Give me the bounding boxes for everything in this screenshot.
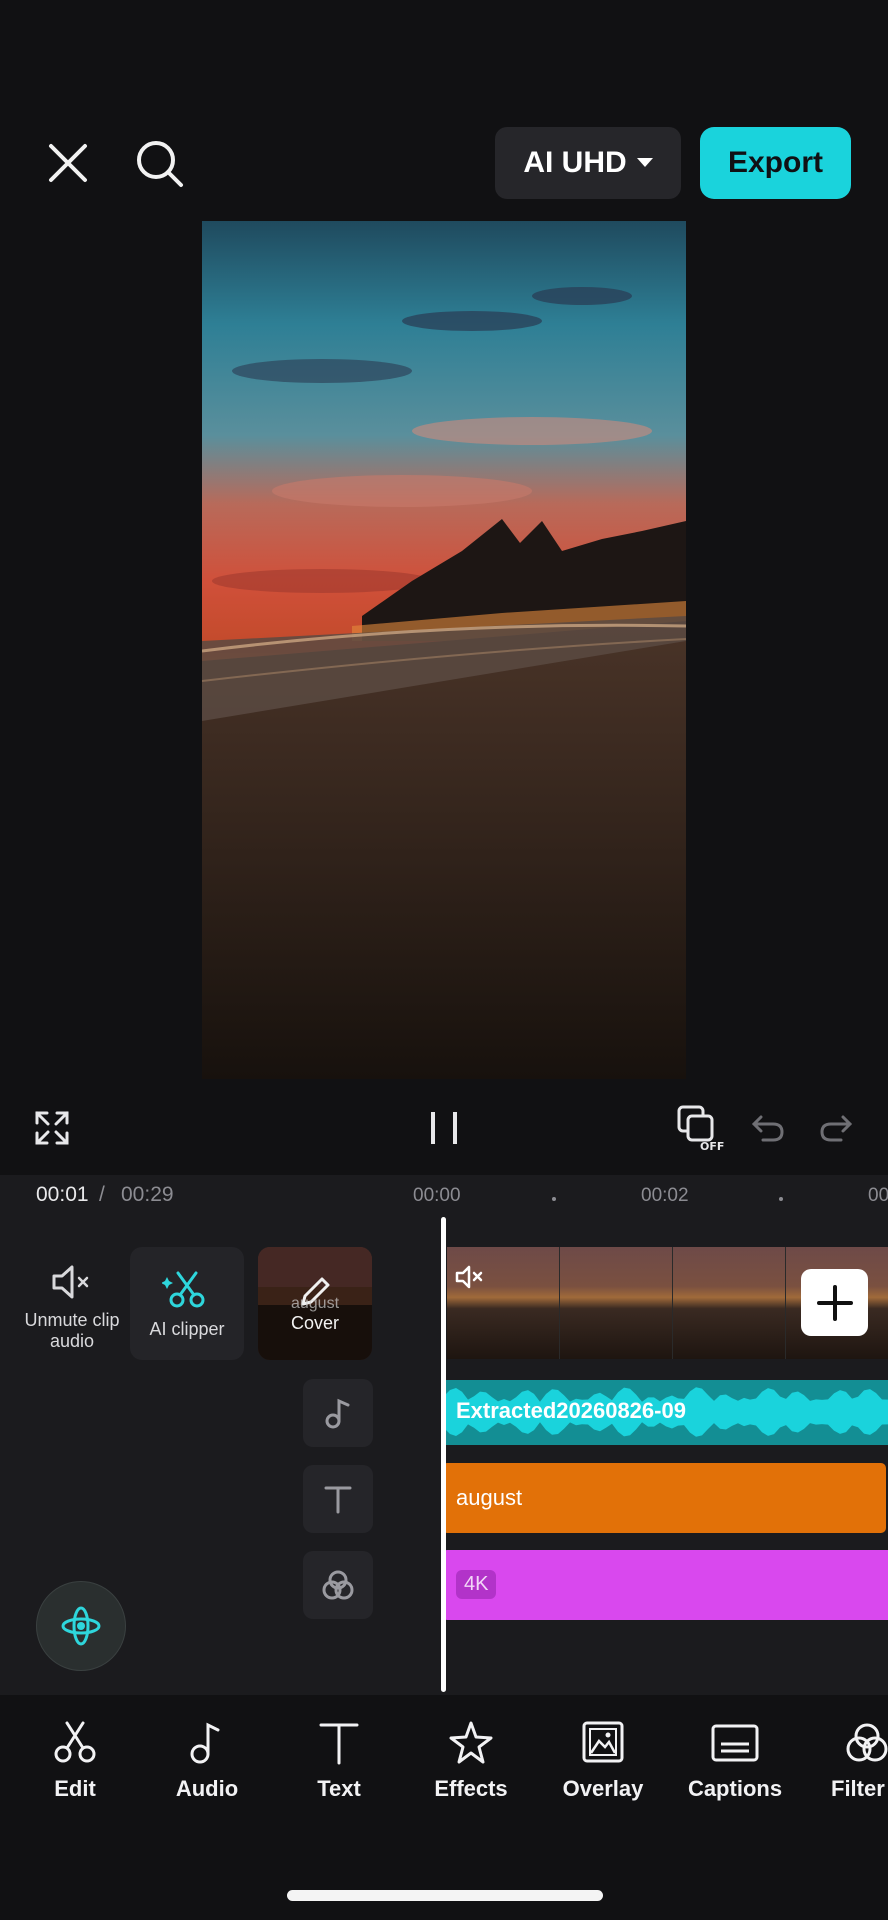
tool-overlay-label: Overlay [562, 1776, 644, 1801]
video-frame [673, 1247, 786, 1359]
keyframe-off-icon[interactable]: OFF [672, 1103, 730, 1153]
export-button[interactable]: Export [700, 127, 851, 199]
ruler-dot [552, 1197, 556, 1201]
redo-icon[interactable] [816, 1108, 856, 1148]
muted-clip-icon [455, 1264, 485, 1295]
beach-sunset-image [202, 221, 686, 1079]
add-clip-button[interactable] [801, 1269, 868, 1336]
playhead[interactable] [441, 1217, 446, 1692]
fullscreen-icon[interactable] [30, 1106, 74, 1150]
audio-clip-name: Extracted20260826-09 [456, 1398, 686, 1423]
text-track[interactable]: august [442, 1463, 886, 1533]
undo-icon[interactable] [748, 1108, 788, 1148]
ruler-tick-0: 00:00 [413, 1185, 461, 1206]
close-icon[interactable] [40, 135, 96, 191]
scissors-icon [54, 1721, 96, 1763]
add-filter-track-button[interactable] [303, 1551, 373, 1619]
home-indicator [287, 1890, 603, 1901]
tool-effects-label: Effects [434, 1776, 508, 1801]
text-clip-name: august [456, 1485, 523, 1510]
overlay-icon [582, 1721, 624, 1763]
ruler-tick-2: 00:02 [641, 1185, 689, 1206]
tool-filter-label: Filter [831, 1776, 885, 1801]
tool-captions-label: Captions [687, 1776, 783, 1801]
cover-label: Cover [290, 1313, 339, 1333]
star-icon [449, 1721, 493, 1764]
video-preview[interactable] [202, 221, 686, 1079]
plus-icon [816, 1284, 853, 1321]
tool-audio[interactable]: Audio [147, 1720, 267, 1802]
orbit-sparkle-icon [61, 1606, 101, 1646]
audio-track[interactable]: Extracted20260826-09 [444, 1380, 888, 1445]
cover-title: august [290, 1295, 340, 1312]
total-time: 00:29 [121, 1183, 174, 1206]
text-icon [319, 1723, 359, 1765]
tool-captions[interactable]: Captions [675, 1720, 795, 1802]
filter-track[interactable]: 4K [442, 1550, 888, 1620]
music-note-icon [190, 1722, 220, 1764]
time-separator: / [99, 1183, 105, 1206]
ai-clipper-label: AI clipper [149, 1319, 225, 1339]
filter-icon [322, 1570, 354, 1600]
text-icon [324, 1486, 352, 1514]
ai-clipper-button[interactable]: AI clipper [130, 1247, 244, 1360]
caret-down-icon [636, 158, 653, 167]
unmute-label: Unmute clip audio [24, 1310, 120, 1351]
tool-text-label: Text [317, 1776, 361, 1801]
add-text-track-button[interactable] [303, 1465, 373, 1533]
captions-icon [711, 1724, 759, 1762]
tool-filter[interactable]: Filter [807, 1720, 888, 1802]
tool-audio-label: Audio [175, 1776, 239, 1801]
quality-dropdown[interactable]: AI UHD [495, 127, 681, 199]
ai-scissors-icon [162, 1271, 205, 1308]
filter-icon [846, 1723, 888, 1762]
tool-text[interactable]: Text [279, 1720, 399, 1802]
current-time: 00:01 [36, 1183, 89, 1206]
pause-icon[interactable] [424, 1106, 464, 1150]
tool-edit-label: Edit [54, 1776, 96, 1801]
search-icon[interactable] [130, 134, 190, 194]
svg-text:OFF: OFF [700, 1140, 724, 1152]
tool-effects[interactable]: Effects [411, 1720, 531, 1802]
quality-label: AI UHD [523, 146, 627, 179]
unmute-clip-audio-button[interactable]: Unmute clip audio [20, 1257, 124, 1357]
speaker-muted-icon [52, 1265, 89, 1299]
ruler-dot [779, 1197, 783, 1201]
music-note-icon [325, 1398, 350, 1429]
tool-edit[interactable]: Edit [15, 1720, 135, 1802]
cover-button[interactable]: august Cover [258, 1247, 372, 1360]
tool-overlay[interactable]: Overlay [543, 1720, 663, 1802]
add-audio-track-button[interactable] [303, 1379, 373, 1447]
filter-badge: 4K [456, 1570, 497, 1599]
ruler-tick-4: 00 [868, 1185, 888, 1206]
smart-tools-button[interactable] [36, 1581, 126, 1671]
video-frame [560, 1247, 673, 1359]
